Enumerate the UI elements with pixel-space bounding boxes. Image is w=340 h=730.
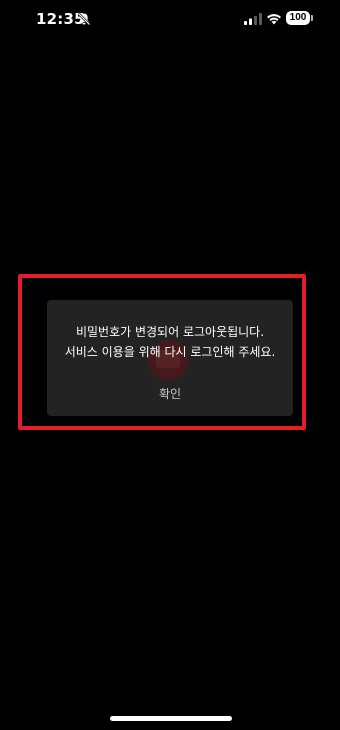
signal-icon bbox=[244, 13, 262, 25]
battery-icon: 100 bbox=[286, 11, 313, 25]
wifi-icon bbox=[267, 14, 281, 25]
dialog-message: 비밀번호가 변경되어 로그아웃됩니다. 서비스 이용을 위해 다시 로그인해 주… bbox=[47, 322, 293, 362]
dialog-message-line1: 비밀번호가 변경되어 로그아웃됩니다. bbox=[75, 325, 265, 339]
logout-alert-dialog: 비밀번호가 변경되어 로그아웃됩니다. 서비스 이용을 위해 다시 로그인해 주… bbox=[47, 300, 293, 416]
dialog-message-line2: 서비스 이용을 위해 다시 로그인해 주세요. bbox=[64, 345, 276, 359]
bell-off-icon bbox=[77, 12, 91, 26]
status-bar: 12:35 100 bbox=[0, 0, 340, 40]
confirm-button[interactable]: 확인 bbox=[145, 384, 195, 404]
home-indicator[interactable] bbox=[110, 716, 232, 721]
